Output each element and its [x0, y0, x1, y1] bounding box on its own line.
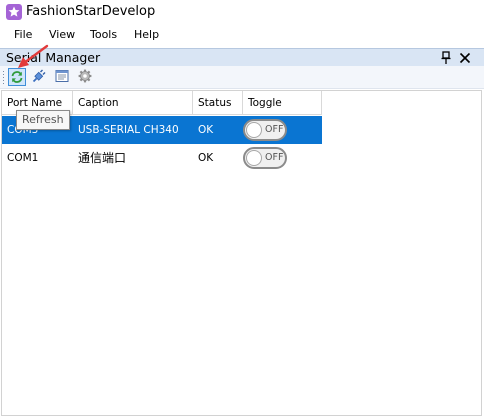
window-title: FashionStarDevelop — [26, 4, 156, 19]
menu-help[interactable]: Help — [130, 27, 163, 43]
refresh-icon — [11, 71, 23, 83]
header-toggle[interactable]: Toggle — [243, 91, 322, 115]
cell-status: OK — [198, 152, 214, 164]
port-settings-icon — [55, 70, 69, 82]
menu-tools[interactable]: Tools — [86, 27, 121, 43]
toggle-state-label: OFF — [265, 152, 284, 163]
header-status[interactable]: Status — [193, 91, 243, 115]
toggle-state-label: OFF — [265, 124, 284, 135]
cell-caption: 通信端口 — [78, 151, 127, 165]
close-icon[interactable] — [458, 51, 472, 65]
settings-button[interactable] — [77, 68, 95, 86]
title-bar: FashionStarDevelop — [0, 0, 484, 24]
cell-status: OK — [198, 124, 214, 136]
toggle-knob — [246, 150, 262, 166]
port-toggle-switch[interactable]: OFF — [243, 119, 287, 141]
toolbar-grip-icon[interactable] — [2, 70, 5, 84]
menu-file[interactable]: File — [10, 27, 36, 43]
cell-caption: USB-SERIAL CH340 — [78, 124, 179, 136]
panel-header: Serial Manager — [0, 48, 484, 67]
annotation-arrow-icon — [18, 44, 49, 68]
table-row[interactable]: COM1 通信端口 OK OFF — [2, 144, 322, 172]
gear-icon — [78, 69, 92, 83]
menu-bar: File View Tools Help — [0, 24, 484, 46]
toggle-knob — [246, 122, 262, 138]
refresh-tooltip: Refresh — [16, 110, 70, 130]
port-settings-button[interactable] — [54, 68, 72, 86]
toolbar — [0, 66, 484, 89]
app-logo-icon — [6, 4, 22, 20]
serial-port-grid[interactable]: Port Name Caption Status Toggle COM3 USB… — [1, 90, 482, 416]
cell-port-name: COM1 — [7, 152, 39, 164]
menu-view[interactable]: View — [45, 27, 79, 43]
pin-icon[interactable] — [440, 51, 452, 65]
header-caption[interactable]: Caption — [73, 91, 193, 115]
port-toggle-switch[interactable]: OFF — [243, 147, 287, 169]
